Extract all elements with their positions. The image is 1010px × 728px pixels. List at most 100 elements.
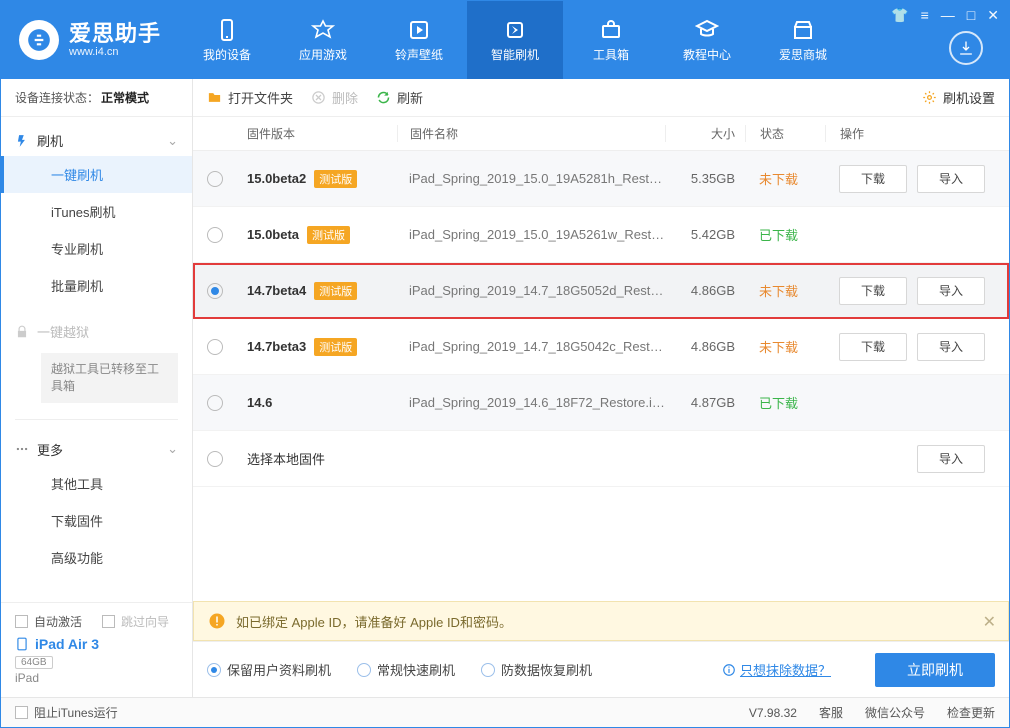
row-radio[interactable] bbox=[207, 395, 223, 411]
brand-title: 爱思助手 bbox=[69, 22, 161, 46]
menu-icon[interactable]: ≡ bbox=[921, 7, 929, 24]
opt-normal[interactable]: 常规快速刷机 bbox=[357, 660, 455, 679]
table-row[interactable]: 15.0beta2 测试版 iPad_Spring_2019_15.0_19A528… bbox=[193, 151, 1009, 207]
nav-apps[interactable]: 应用游戏 bbox=[275, 1, 371, 79]
sidebar-item-more-0[interactable]: 其他工具 bbox=[1, 465, 192, 502]
import-button[interactable]: 导入 bbox=[917, 165, 985, 193]
row-radio[interactable] bbox=[207, 171, 223, 187]
col-name: 固件名称 bbox=[397, 125, 665, 142]
refresh-button[interactable]: 刷新 bbox=[376, 88, 423, 107]
refresh-icon bbox=[376, 90, 391, 105]
block-itunes-label: 阻止iTunes运行 bbox=[34, 704, 118, 721]
table-row[interactable]: 14.7beta3测试版iPad_Spring_2019_14.7_18G504… bbox=[193, 319, 1009, 375]
table-row[interactable]: 14.6iPad_Spring_2019_14.6_18F72_Restore.… bbox=[193, 375, 1009, 431]
statusbar: 阻止iTunes运行 V7.98.32 客服 微信公众号 检查更新 bbox=[1, 697, 1009, 727]
col-version: 固件版本 bbox=[247, 125, 397, 142]
firmware-version: 15.0beta2 bbox=[247, 171, 306, 186]
block-itunes-checkbox[interactable] bbox=[15, 706, 28, 719]
import-button[interactable]: 导入 bbox=[917, 333, 985, 361]
firmware-name: iPad_Spring_2019_14.7_18G5042c_Restore.i… bbox=[397, 339, 665, 354]
firmware-name: iPad_Spring_2019_15.0_19A5281h_Restore.i… bbox=[397, 171, 665, 186]
minimize-icon[interactable]: — bbox=[941, 7, 955, 24]
nav-rings[interactable]: 铃声壁纸 bbox=[371, 1, 467, 79]
notice-text: 如已绑定 Apple ID，请准备好 Apple ID和密码。 bbox=[236, 612, 512, 631]
row-radio[interactable] bbox=[207, 339, 223, 355]
store-icon bbox=[791, 18, 815, 42]
beta-badge: 测试版 bbox=[314, 282, 357, 300]
notice-close-icon[interactable]: ✕ bbox=[983, 612, 996, 632]
sidebar-head-more[interactable]: 更多 ⌄ bbox=[1, 434, 192, 465]
download-button[interactable]: 下载 bbox=[839, 333, 907, 361]
device-name[interactable]: iPad Air 3 bbox=[15, 636, 178, 652]
row-radio[interactable] bbox=[207, 451, 223, 467]
download-button[interactable]: 下载 bbox=[839, 165, 907, 193]
nav-tools[interactable]: 工具箱 bbox=[563, 1, 659, 79]
row-radio[interactable] bbox=[207, 283, 223, 299]
col-state: 状态 bbox=[745, 125, 825, 142]
firmware-size: 5.42GB bbox=[665, 227, 745, 242]
firmware-state: 未下载 bbox=[745, 169, 825, 188]
app-header: 爱思助手 www.i4.cn 我的设备应用游戏铃声壁纸智能刷机工具箱教程中心爱思… bbox=[1, 1, 1009, 79]
download-button[interactable]: 下载 bbox=[839, 277, 907, 305]
firmware-size: 4.86GB bbox=[665, 283, 745, 298]
tutorial-icon bbox=[695, 18, 719, 42]
flash-icon bbox=[503, 18, 527, 42]
nav-store[interactable]: 爱思商城 bbox=[755, 1, 851, 79]
skip-guide-checkbox[interactable] bbox=[102, 615, 115, 628]
opt-keep-data[interactable]: 保留用户资料刷机 bbox=[207, 660, 331, 679]
apple-id-notice: 如已绑定 Apple ID，请准备好 Apple ID和密码。 ✕ bbox=[193, 601, 1009, 641]
table-row[interactable]: 15.0beta测试版iPad_Spring_2019_15.0_19A5261… bbox=[193, 207, 1009, 263]
maximize-icon[interactable]: □ bbox=[967, 7, 975, 24]
firmware-state: 已下载 bbox=[745, 393, 825, 412]
col-ops: 操作 bbox=[825, 125, 995, 142]
gear-icon bbox=[922, 90, 937, 105]
connection-value: 正常模式 bbox=[101, 89, 149, 106]
shirt-icon[interactable]: 👕 bbox=[891, 7, 908, 24]
service-link[interactable]: 客服 bbox=[819, 704, 843, 721]
brand-url: www.i4.cn bbox=[69, 46, 161, 58]
firmware-name: iPad_Spring_2019_14.7_18G5052d_Restore.i… bbox=[397, 283, 665, 298]
app-version: V7.98.32 bbox=[749, 706, 797, 720]
import-button[interactable]: 导入 bbox=[917, 277, 985, 305]
firmware-version: 14.7beta3 bbox=[247, 339, 306, 354]
close-icon[interactable]: ✕ bbox=[987, 7, 999, 24]
beta-badge: 测试版 bbox=[314, 170, 357, 188]
sidebar-head-flash[interactable]: 刷机 ⌄ bbox=[1, 125, 192, 156]
top-nav: 我的设备应用游戏铃声壁纸智能刷机工具箱教程中心爱思商城 bbox=[179, 1, 851, 79]
download-manager-button[interactable] bbox=[949, 31, 983, 65]
sidebar-item-more-2[interactable]: 高级功能 bbox=[1, 539, 192, 576]
firmware-state: 已下载 bbox=[745, 225, 825, 244]
brand-logo-icon bbox=[19, 20, 59, 60]
connection-status: 设备连接状态： 正常模式 bbox=[1, 79, 192, 117]
skip-guide-label: 跳过向导 bbox=[121, 613, 169, 630]
wechat-link[interactable]: 微信公众号 bbox=[865, 704, 925, 721]
bolt-icon bbox=[15, 134, 29, 148]
row-radio[interactable] bbox=[207, 227, 223, 243]
check-update-link[interactable]: 检查更新 bbox=[947, 704, 995, 721]
firmware-version: 14.7beta4 bbox=[247, 283, 306, 298]
nav-tutorial[interactable]: 教程中心 bbox=[659, 1, 755, 79]
auto-activate-checkbox[interactable] bbox=[15, 615, 28, 628]
table-row[interactable]: 14.7beta4 测试版 iPad_Spring_2019_14.7_18G505… bbox=[193, 263, 1009, 319]
firmware-name: iPad_Spring_2019_14.6_18F72_Restore.ipsw bbox=[397, 395, 665, 410]
open-folder-button[interactable]: 打开文件夹 bbox=[207, 88, 293, 107]
sidebar-item-flash-1[interactable]: iTunes刷机 bbox=[1, 193, 192, 230]
folder-icon bbox=[207, 90, 222, 105]
flash-settings-button[interactable]: 刷机设置 bbox=[922, 88, 995, 107]
sidebar-item-flash-0[interactable]: 一键刷机 bbox=[1, 156, 192, 193]
opt-antiloss[interactable]: 防数据恢复刷机 bbox=[481, 660, 592, 679]
table-row-local[interactable]: 选择本地固件导入 bbox=[193, 431, 1009, 487]
erase-data-link[interactable]: 只想抹除数据？ bbox=[722, 660, 831, 679]
connection-label: 设备连接状态： bbox=[15, 89, 99, 106]
apps-icon bbox=[311, 18, 335, 42]
firmware-name: iPad_Spring_2019_15.0_19A5261w_Restore.i… bbox=[397, 227, 665, 242]
beta-badge: 测试版 bbox=[307, 226, 350, 244]
nav-device[interactable]: 我的设备 bbox=[179, 1, 275, 79]
sidebar-item-flash-2[interactable]: 专业刷机 bbox=[1, 230, 192, 267]
sidebar-item-more-1[interactable]: 下载固件 bbox=[1, 502, 192, 539]
nav-flash[interactable]: 智能刷机 bbox=[467, 1, 563, 79]
import-button[interactable]: 导入 bbox=[917, 445, 985, 473]
brand: 爱思助手 www.i4.cn bbox=[1, 1, 179, 79]
flash-now-button[interactable]: 立即刷机 bbox=[875, 653, 995, 687]
sidebar-item-flash-3[interactable]: 批量刷机 bbox=[1, 267, 192, 304]
